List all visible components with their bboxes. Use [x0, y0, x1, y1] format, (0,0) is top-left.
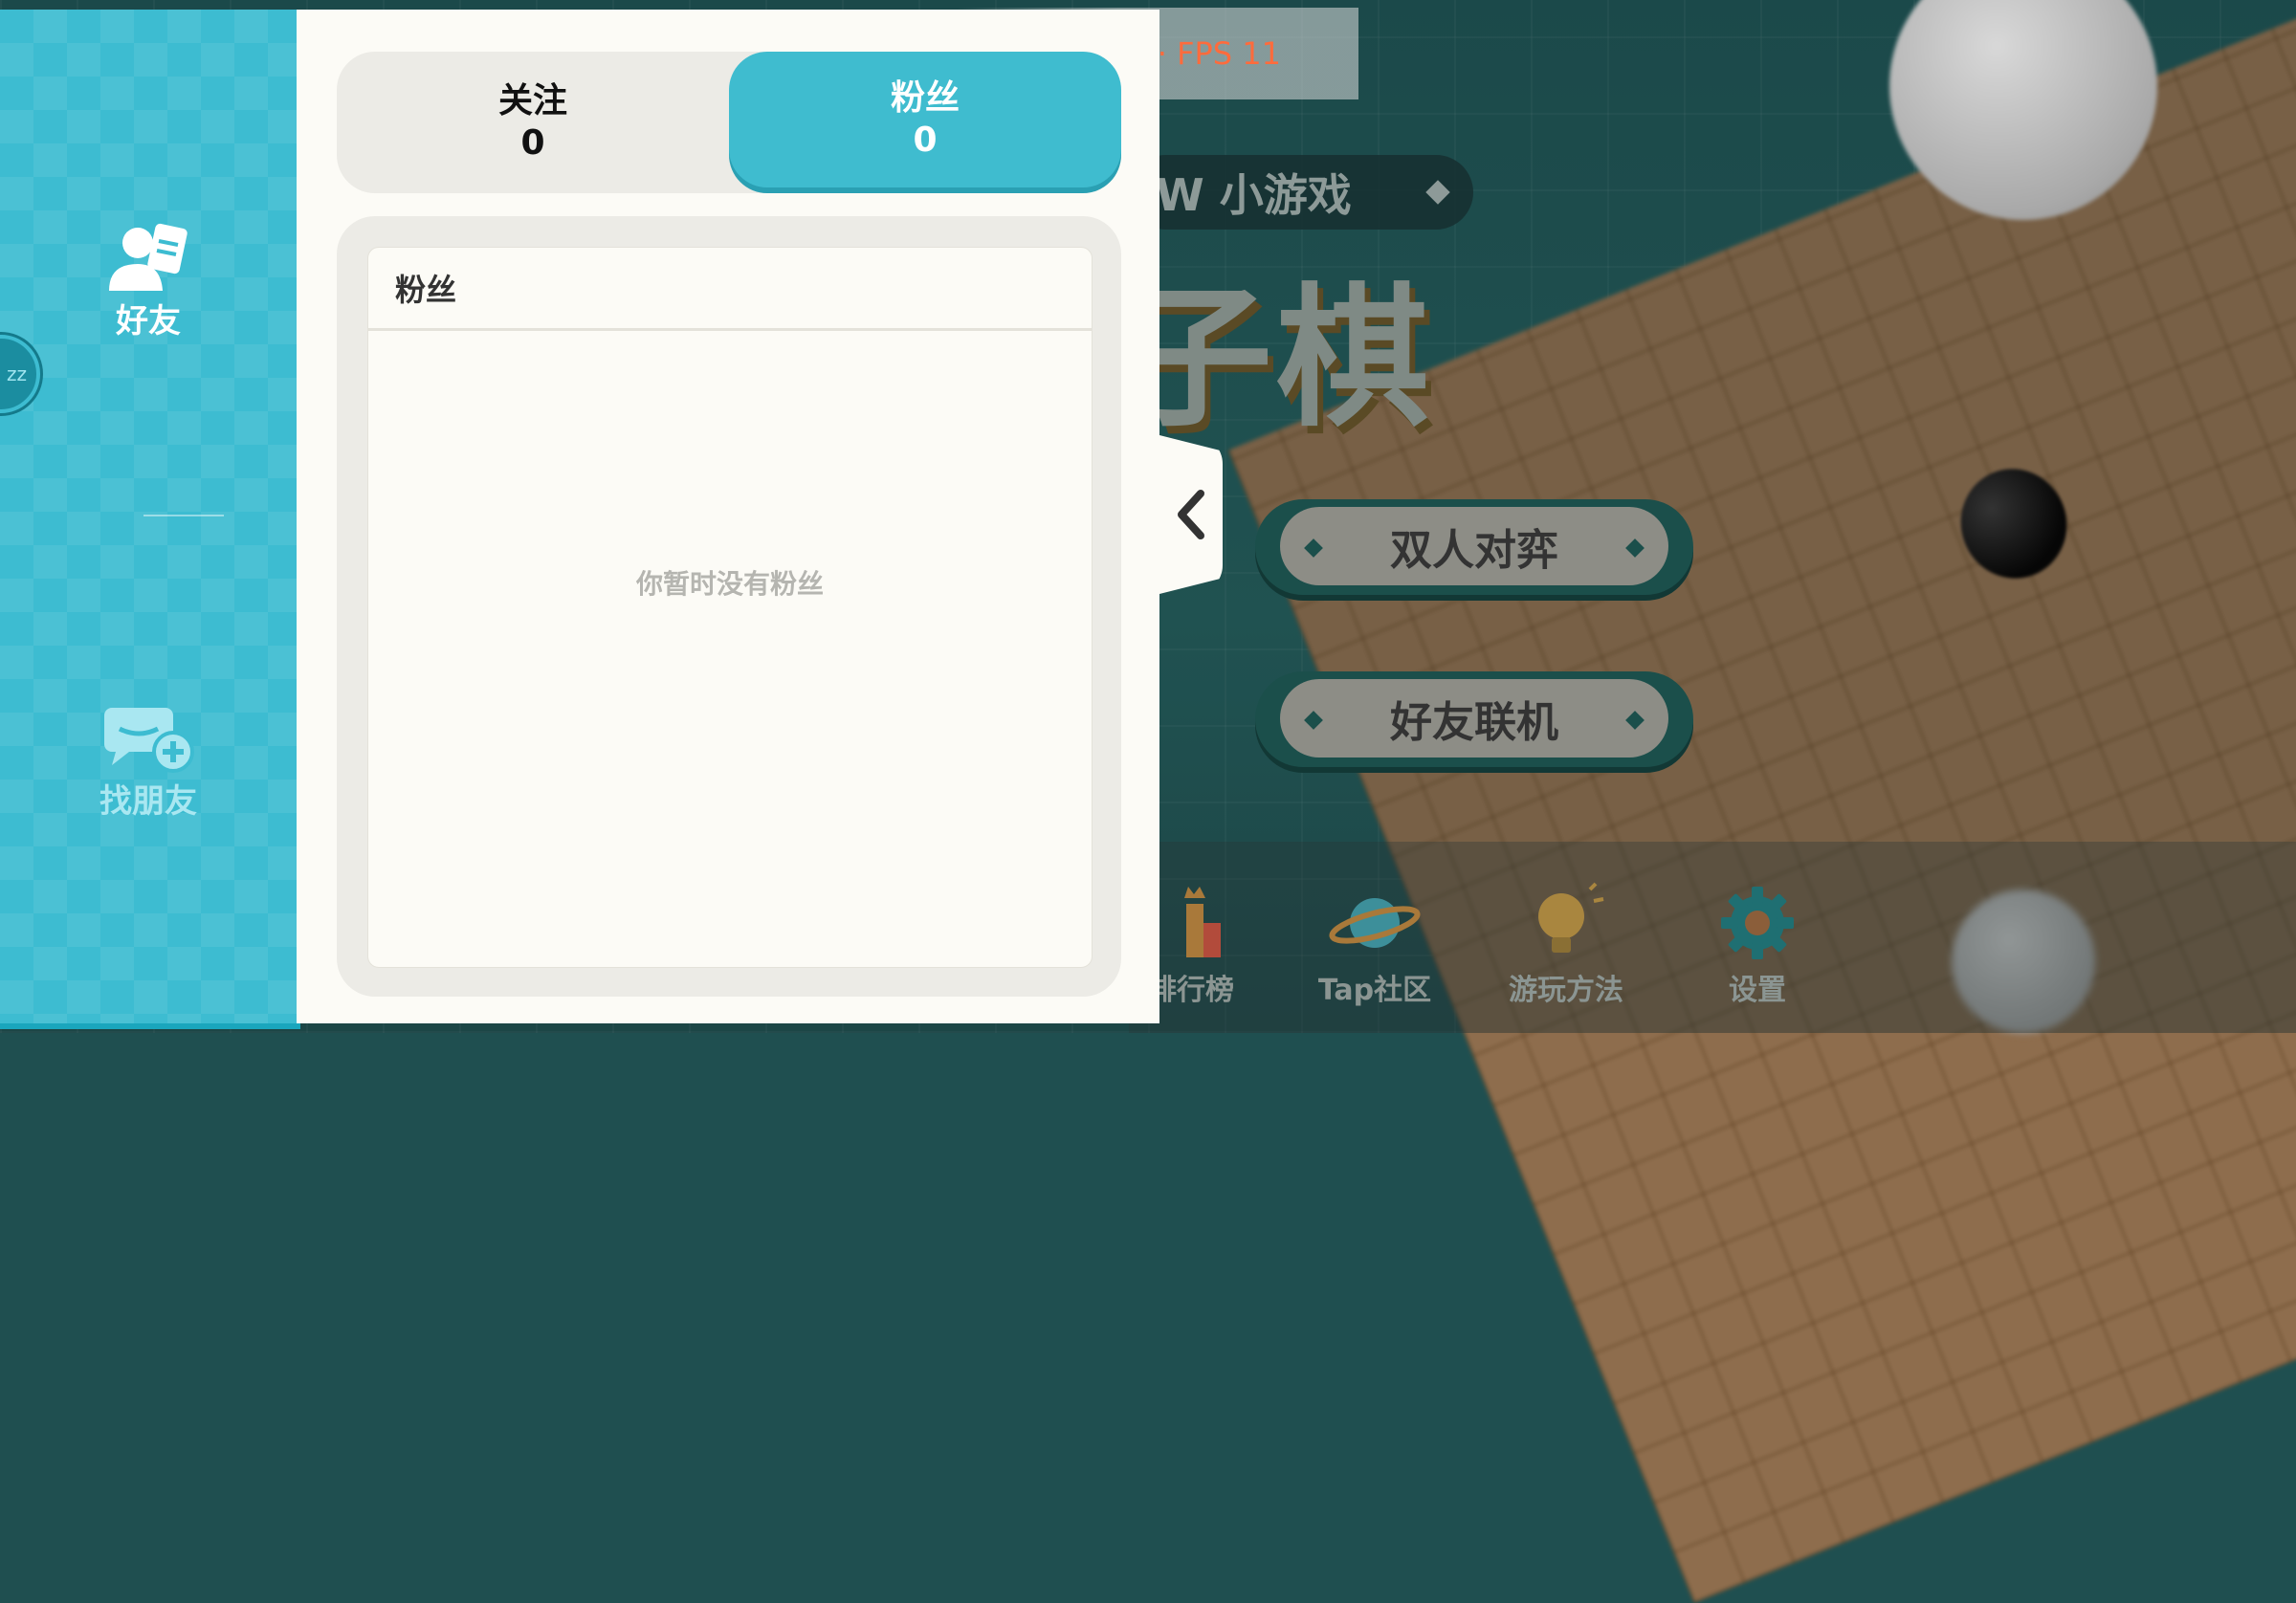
tab-following-count: 0 — [520, 123, 545, 163]
game-platform-badge: W 小游戏 — [1129, 155, 1473, 230]
followers-list[interactable]: 粉丝 你暂时没有粉丝 — [367, 247, 1093, 968]
friends-panel: 关注 0 粉丝 0 粉丝 你暂时没有粉丝 — [297, 10, 1159, 1023]
how-to-play-label: 游玩方法 — [1509, 974, 1623, 1007]
lightbulb-icon — [1538, 882, 1604, 953]
two-player-button[interactable]: 双人对弈 — [1255, 499, 1693, 595]
game-platform-label: W 小游戏 — [1156, 169, 1352, 221]
tab-following[interactable]: 关注 0 — [337, 52, 729, 193]
list-header: 粉丝 — [368, 248, 1092, 331]
game-title: 子棋 — [1119, 269, 1434, 448]
settings-label: 设置 — [1729, 974, 1786, 1007]
how-to-play-nav-item[interactable]: 游玩方法 — [1485, 880, 1647, 1008]
online-friends-button[interactable]: 好友联机 — [1255, 671, 1693, 767]
add-friend-icon — [104, 708, 194, 773]
edge-badge-text: zz — [7, 362, 27, 385]
tap-community-label: Tap社区 — [1317, 974, 1432, 1007]
diamond-icon — [1425, 180, 1450, 205]
sidebar-item-friends[interactable]: 好友 — [0, 218, 297, 341]
tab-followers-label: 粉丝 — [890, 78, 960, 118]
friends-icon — [109, 223, 188, 291]
friends-sidebar: 好友 找朋友 zz — [0, 10, 300, 1029]
tab-followers[interactable]: 粉丝 0 — [729, 52, 1121, 187]
collapse-panel-button[interactable] — [1159, 435, 1223, 594]
sidebar-divider — [144, 515, 224, 516]
sidebar-item-find-friends-label: 找朋友 — [99, 782, 197, 821]
sidebar-item-find-friends[interactable]: 找朋友 — [0, 698, 297, 822]
edge-badge[interactable]: zz — [0, 335, 40, 413]
tab-following-label: 关注 — [497, 81, 567, 121]
planet-icon — [1329, 898, 1421, 948]
empty-state-message: 你暂时没有粉丝 — [635, 568, 824, 600]
chevron-left-icon — [1178, 490, 1204, 539]
tap-community-nav-item[interactable]: Tap社区 — [1293, 880, 1456, 1008]
followers-list-container: 粉丝 你暂时没有粉丝 — [337, 216, 1121, 997]
tab-followers-count: 0 — [913, 121, 938, 160]
settings-nav-item[interactable]: 设置 — [1676, 880, 1839, 1008]
gear-icon — [1721, 887, 1794, 959]
two-player-label: 双人对弈 — [1390, 526, 1558, 575]
follow-tabs: 关注 0 粉丝 0 — [337, 52, 1121, 193]
leaderboard-icon — [1184, 887, 1221, 957]
sidebar-item-friends-label: 好友 — [116, 302, 181, 340]
online-friends-label: 好友联机 — [1390, 698, 1558, 747]
